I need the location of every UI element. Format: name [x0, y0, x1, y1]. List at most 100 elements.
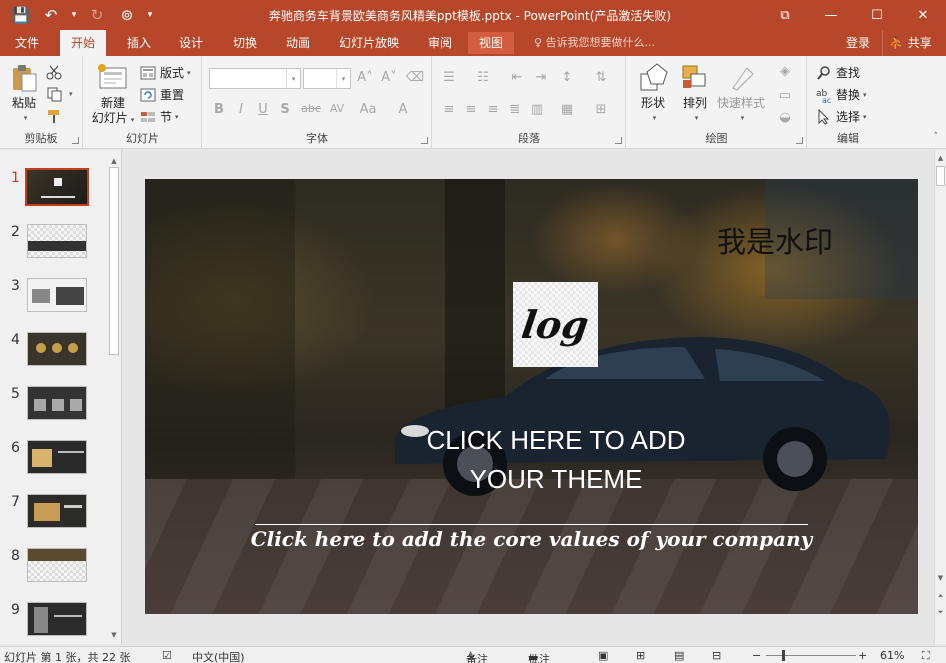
layout-button[interactable]: 版式 ▾ — [140, 64, 191, 81]
increase-indent-icon[interactable]: ⇥ — [531, 70, 551, 85]
thumbnail-3[interactable]: 3 — [0, 278, 106, 324]
zoom-out-icon[interactable]: − — [752, 649, 761, 662]
align-center-icon[interactable]: ≡ — [461, 102, 481, 117]
thumbnail-9[interactable]: 9 — [0, 602, 106, 648]
undo-dropdown-icon[interactable]: ▾ — [68, 4, 80, 26]
thumbnail-image[interactable] — [27, 494, 87, 528]
font-size-dropdown-icon[interactable]: ▾ — [336, 69, 350, 88]
thumbnail-1[interactable]: 1 — [0, 168, 106, 216]
thumbnail-image[interactable] — [27, 386, 87, 420]
tab-home[interactable]: 开始 — [60, 30, 107, 57]
thumbnail-image[interactable] — [27, 224, 87, 258]
font-size-input[interactable]: ▾ — [303, 68, 351, 89]
close-icon[interactable]: ✕ — [900, 0, 946, 30]
tab-slideshow[interactable]: 幻灯片放映 — [328, 30, 410, 56]
current-slide[interactable]: 我是水印 log CLICK HERE TO ADD YOUR THEME Cl… — [145, 179, 918, 614]
scroll-down-icon[interactable]: ▼ — [107, 629, 121, 641]
thumbnail-image[interactable] — [27, 278, 87, 312]
thumbnail-image[interactable] — [27, 602, 87, 636]
thumbnail-4[interactable]: 4 — [0, 332, 106, 378]
text-direction-icon[interactable]: ⇅ — [591, 70, 611, 85]
next-slide-icon[interactable]: ⏷ — [935, 606, 946, 618]
drawing-launcher-icon[interactable] — [796, 137, 803, 144]
customize-qat-icon[interactable]: ▾ — [144, 4, 156, 26]
scroll-up-icon[interactable]: ▲ — [935, 152, 946, 164]
tab-animations[interactable]: 动画 — [275, 30, 321, 56]
arrange-button[interactable]: 排列 ▾ — [677, 62, 713, 126]
thumbnail-image[interactable] — [27, 548, 87, 582]
strikethrough-button[interactable]: abc — [299, 102, 323, 115]
select-button[interactable]: 选择 ▾ — [816, 108, 867, 125]
theme-textbox[interactable]: CLICK HERE TO ADD YOUR THEME — [375, 421, 737, 499]
shape-fill-icon[interactable]: ◈ — [775, 64, 795, 79]
align-right-icon[interactable]: ≡ — [483, 102, 503, 117]
replace-button[interactable]: ab ac 替换 ▾ — [816, 86, 867, 105]
thumbnail-image[interactable] — [27, 332, 87, 366]
spell-check-icon[interactable]: ☑ — [162, 649, 172, 662]
font-name-dropdown-icon[interactable]: ▾ — [286, 69, 300, 88]
tab-file[interactable]: 文件 — [4, 30, 50, 56]
thumbnail-5[interactable]: 5 — [0, 386, 106, 432]
scroll-down-icon[interactable]: ▼ — [935, 572, 946, 584]
columns-icon[interactable]: ▦ — [557, 102, 577, 117]
collapse-ribbon-icon[interactable]: ˄ — [934, 132, 939, 142]
undo-icon[interactable]: ↶ — [38, 4, 64, 26]
cut-button[interactable] — [46, 64, 66, 80]
shapes-button[interactable]: 形状 ▾ — [635, 62, 671, 126]
login-button[interactable]: 登录 — [846, 30, 870, 56]
thumbnail-scrollbar[interactable]: ▲ ▼ — [107, 153, 121, 643]
previous-slide-icon[interactable]: ⏶ — [935, 590, 946, 602]
new-slide-button[interactable]: 新建 幻灯片 ▾ — [90, 62, 136, 128]
italic-button[interactable]: I — [231, 102, 251, 117]
thumbnail-2[interactable]: 2 — [0, 224, 106, 270]
scrollbar-thumb[interactable] — [109, 167, 119, 355]
clipboard-launcher-icon[interactable] — [72, 137, 79, 144]
minimize-icon[interactable]: — — [808, 0, 854, 30]
paste-button[interactable]: 粘贴 ▾ — [6, 62, 42, 126]
shadow-button[interactable]: S — [275, 102, 295, 117]
thumbnail-6[interactable]: 6 — [0, 440, 106, 486]
fit-to-window-icon[interactable]: ⛶ — [922, 649, 930, 663]
bold-button[interactable]: B — [209, 102, 229, 117]
thumbnail-7[interactable]: 7 — [0, 494, 106, 540]
quick-styles-button[interactable]: 快速样式 ▾ — [715, 62, 767, 126]
align-left-icon[interactable]: ≡ — [439, 102, 459, 117]
find-button[interactable]: 查找 — [816, 64, 860, 81]
core-values-textbox[interactable]: Click here to add the core values of you… — [245, 527, 818, 551]
shape-outline-icon[interactable]: ▭ — [775, 88, 795, 103]
redo-icon[interactable]: ↻ — [84, 4, 110, 26]
justify-icon[interactable]: ≣ — [505, 102, 525, 117]
slide-scrollbar[interactable]: ▲ ▼ ⏶ ⏷ — [934, 150, 946, 644]
language-text[interactable]: 中文(中国) — [192, 649, 245, 663]
paragraph-launcher-icon[interactable] — [615, 137, 622, 144]
thumbnail-8[interactable]: 8 — [0, 548, 106, 594]
shrink-font-button[interactable]: A˅ — [379, 70, 399, 85]
normal-view-icon[interactable]: ▣ — [598, 649, 608, 662]
decrease-indent-icon[interactable]: ⇤ — [507, 70, 527, 85]
slideshow-view-icon[interactable]: ⊟ — [712, 649, 721, 662]
underline-button[interactable]: U — [253, 102, 273, 117]
maximize-icon[interactable]: ☐ — [854, 0, 900, 30]
copy-button[interactable]: ▾ — [46, 86, 73, 102]
clear-format-icon[interactable]: ⌫ — [405, 70, 425, 85]
slide-sorter-icon[interactable]: ⊞ — [636, 649, 645, 662]
share-button[interactable]: ⛹ 共享 — [882, 30, 932, 56]
format-painter-button[interactable] — [46, 108, 66, 124]
zoom-slider[interactable] — [766, 655, 856, 656]
section-button[interactable]: 节 ▾ — [140, 108, 179, 125]
tab-review[interactable]: 审阅 — [417, 30, 463, 56]
font-name-input[interactable]: ▾ — [209, 68, 301, 89]
char-spacing-button[interactable]: AV — [325, 102, 349, 115]
bullets-icon[interactable]: ☰ — [439, 70, 459, 85]
scroll-up-icon[interactable]: ▲ — [107, 155, 121, 167]
line-spacing-icon[interactable]: ↕ — [557, 70, 577, 85]
tab-transitions[interactable]: 切换 — [222, 30, 268, 56]
shape-effects-icon[interactable]: ◒ — [775, 110, 795, 125]
reset-button[interactable]: 重置 — [140, 86, 184, 103]
save-icon[interactable]: 💾 — [8, 4, 34, 26]
start-slideshow-icon[interactable]: ⊚ — [114, 4, 140, 26]
zoom-level[interactable]: 61% — [880, 649, 904, 662]
smartart-icon[interactable]: ⊞ — [591, 102, 611, 117]
scrollbar-thumb[interactable] — [936, 166, 945, 186]
thumbnail-image[interactable] — [27, 440, 87, 474]
